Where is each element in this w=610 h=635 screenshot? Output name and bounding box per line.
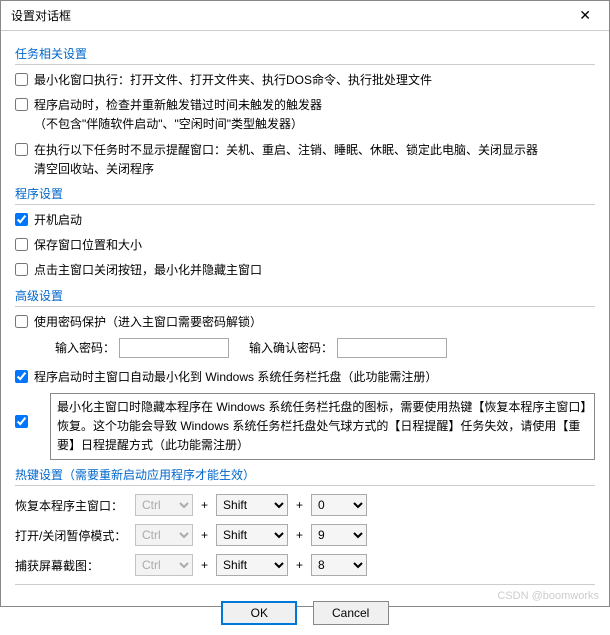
password-row: 输入密码： 输入确认密码： [55,338,595,358]
section-task-header: 任务相关设置 [15,45,595,62]
adv-tray-checkbox[interactable] [15,370,28,383]
program-opt3-label: 点击主窗口关闭按钮，最小化并隐藏主窗口 [34,261,262,280]
plus-icon: + [296,558,303,572]
close-icon[interactable]: ✕ [571,3,599,28]
hk-ctrl-1[interactable]: Ctrl [135,524,193,546]
hotkey-row-pause: 打开/关闭暂停模式： Ctrl + Shift + 9 [15,524,595,546]
window-title: 设置对话框 [11,7,71,24]
adv-pwd-label: 使用密码保护（进入主窗口需要密码解锁） [34,313,262,332]
program-opt2-label: 保存窗口位置和大小 [34,236,142,255]
hotkey-row-screenshot: 捕获屏幕截图： Ctrl + Shift + 8 [15,554,595,576]
adv-boxed-label: 最小化主窗口时隐藏本程序在 Windows 系统任务栏托盘的图标，需要使用热键【… [50,393,595,461]
hk-mod-2[interactable]: Shift [216,554,288,576]
hk-label-2: 捕获屏幕截图： [15,557,135,574]
adv-pwd-checkbox[interactable] [15,315,28,328]
section-program-header: 程序设置 [15,185,595,202]
section-advanced-header: 高级设置 [15,287,595,304]
adv-boxed-checkbox[interactable] [15,415,28,428]
hk-key-1[interactable]: 9 [311,524,367,546]
divider [15,306,595,307]
pwd-label1: 输入密码： [55,339,115,356]
hk-label-1: 打开/关闭暂停模式： [15,527,135,544]
pwd-input1[interactable] [119,338,229,358]
cancel-button[interactable]: Cancel [313,601,389,625]
adv-tray-label: 程序启动时主窗口自动最小化到 Windows 系统任务栏托盘（此功能需注册） [34,368,437,387]
dialog-content: 任务相关设置 最小化窗口执行：打开文件、打开文件夹、执行DOS命令、执行批处理文… [1,31,609,635]
program-opt1-checkbox[interactable] [15,213,28,226]
hk-mod-0[interactable]: Shift [216,494,288,516]
plus-icon: + [201,498,208,512]
plus-icon: + [201,528,208,542]
divider [15,64,595,65]
task-opt3-label: 在执行以下任务时不显示提醒窗口：关机、重启、注销、睡眠、休眠、锁定此电脑、关闭显… [34,141,538,179]
program-opt3-checkbox[interactable] [15,263,28,276]
hk-mod-1[interactable]: Shift [216,524,288,546]
titlebar: 设置对话框 ✕ [1,1,609,31]
ok-button[interactable]: OK [221,601,297,625]
section-hotkey-header: 热键设置（需要重新启动应用程序才能生效） [15,466,595,483]
task-opt2-checkbox[interactable] [15,98,28,111]
hk-ctrl-0[interactable]: Ctrl [135,494,193,516]
program-opt2-checkbox[interactable] [15,238,28,251]
plus-icon: + [296,528,303,542]
divider [15,204,595,205]
plus-icon: + [201,558,208,572]
task-opt2-label: 程序启动时，检查并重新触发错过时间未触发的触发器（不包含"伴随软件启动"、"空闲… [34,96,322,134]
task-opt1-checkbox[interactable] [15,73,28,86]
task-opt1-label: 最小化窗口执行：打开文件、打开文件夹、执行DOS命令、执行批处理文件 [34,71,432,90]
hk-label-0: 恢复本程序主窗口： [15,497,135,514]
pwd-input2[interactable] [337,338,447,358]
hk-key-0[interactable]: 0 [311,494,367,516]
program-opt1-label: 开机启动 [34,211,82,230]
watermark: CSDN @boomworks [497,590,599,602]
pwd-label2: 输入确认密码： [249,339,333,356]
divider [15,584,595,585]
hk-key-2[interactable]: 8 [311,554,367,576]
hk-ctrl-2[interactable]: Ctrl [135,554,193,576]
divider [15,485,595,486]
hotkey-row-restore: 恢复本程序主窗口： Ctrl + Shift + 0 [15,494,595,516]
plus-icon: + [296,498,303,512]
task-opt3-checkbox[interactable] [15,143,28,156]
